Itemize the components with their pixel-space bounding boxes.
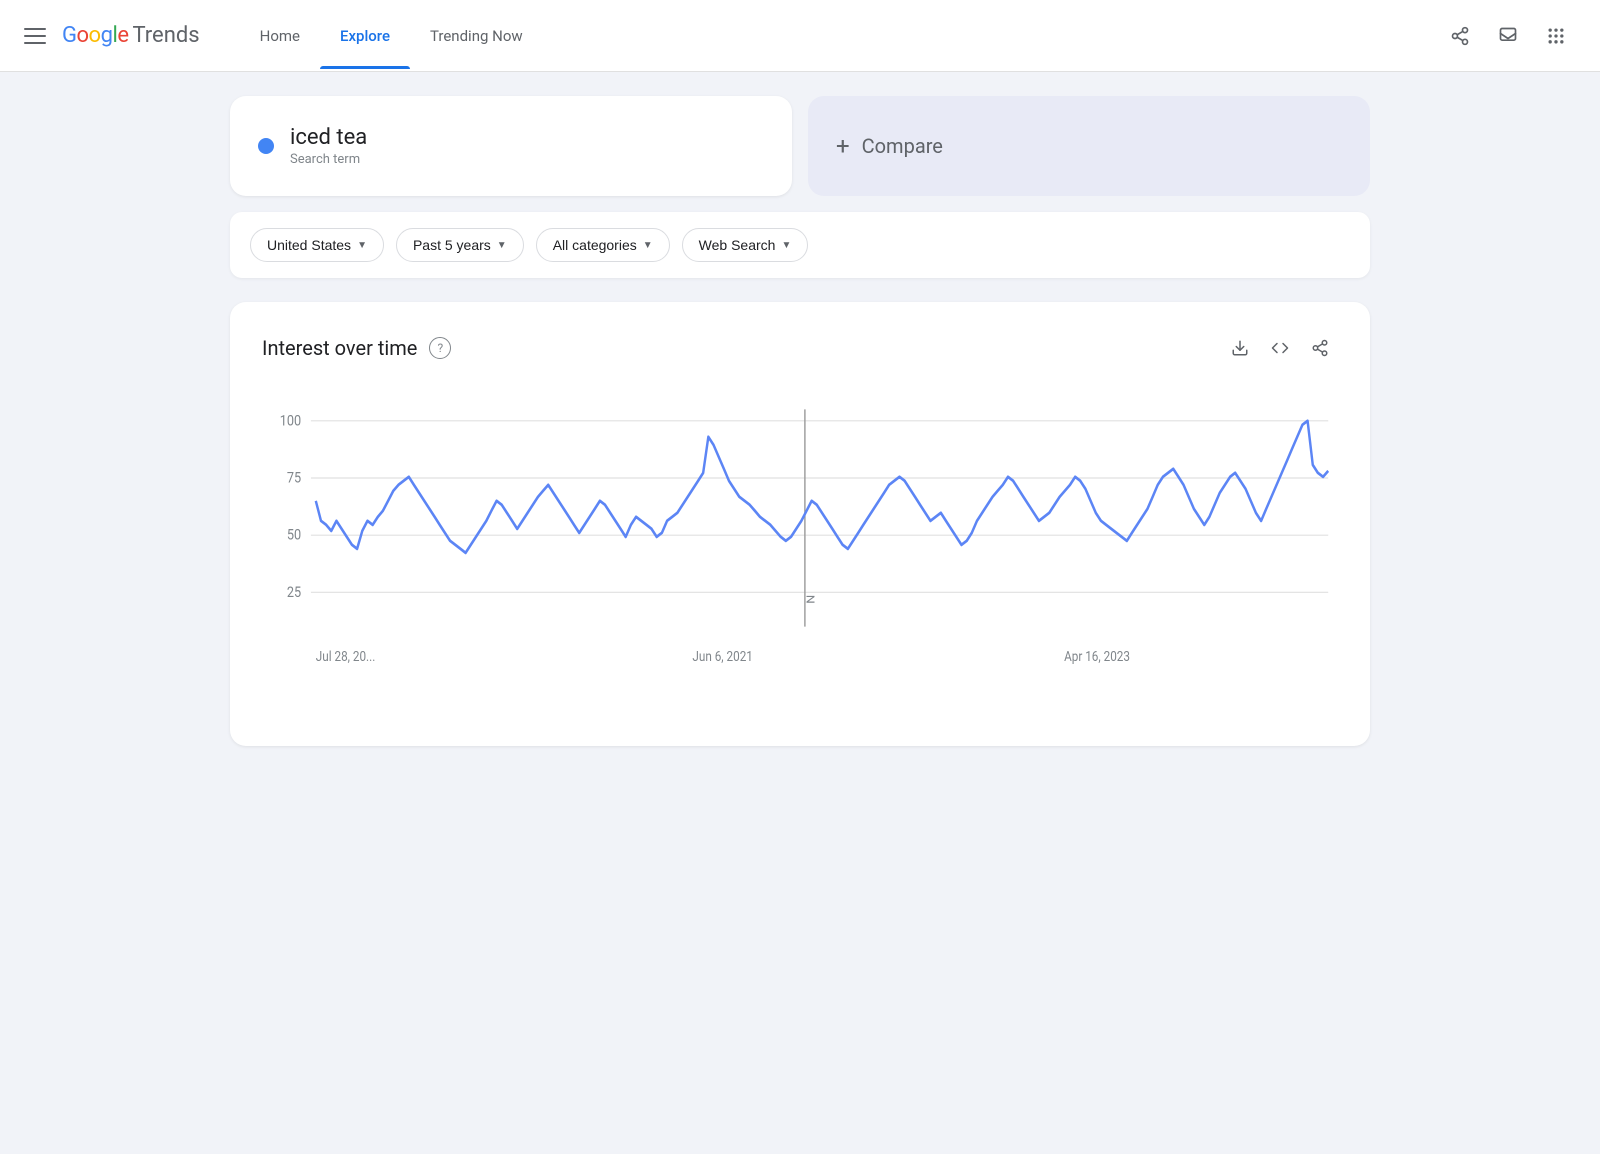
- main-nav: Home Explore Trending Now: [240, 3, 1440, 69]
- nav-trending-now[interactable]: Trending Now: [410, 3, 543, 69]
- chevron-down-icon: ▼: [497, 240, 507, 251]
- filter-category[interactable]: All categories ▼: [536, 228, 670, 262]
- header-actions: [1440, 16, 1576, 56]
- compare-box[interactable]: + Compare: [808, 96, 1370, 196]
- nav-explore[interactable]: Explore: [320, 3, 410, 69]
- logo[interactable]: Google Trends: [62, 23, 200, 48]
- share-chart-button[interactable]: [1302, 330, 1338, 366]
- nav-home[interactable]: Home: [240, 3, 320, 69]
- filters-row: United States ▼ Past 5 years ▼ All categ…: [230, 212, 1370, 278]
- apps-button[interactable]: [1536, 16, 1576, 56]
- svg-text:75: 75: [287, 470, 301, 487]
- svg-text:100: 100: [280, 413, 301, 430]
- header: Google Trends Home Explore Trending Now: [0, 0, 1600, 72]
- chevron-down-icon: ▼: [643, 240, 653, 251]
- card-actions: [1222, 330, 1338, 366]
- card-title-row: Interest over time ?: [262, 336, 451, 360]
- chart-svg: 100 75 50 25 N Jul 28, 20... Jun 6, 2021…: [262, 398, 1338, 718]
- compare-label: Compare: [862, 134, 943, 158]
- interest-over-time-card: Interest over time ?: [230, 302, 1370, 746]
- filter-category-label: All categories: [553, 237, 637, 253]
- filter-country[interactable]: United States ▼: [250, 228, 384, 262]
- card-header: Interest over time ?: [262, 330, 1338, 366]
- embed-button[interactable]: [1262, 330, 1298, 366]
- search-box: iced tea Search term: [230, 96, 792, 196]
- svg-text:Jul 28, 20...: Jul 28, 20...: [316, 649, 376, 665]
- filter-time[interactable]: Past 5 years ▼: [396, 228, 524, 262]
- filter-search-type[interactable]: Web Search ▼: [682, 228, 809, 262]
- svg-text:25: 25: [287, 584, 301, 601]
- feedback-button[interactable]: [1488, 16, 1528, 56]
- search-dot: [258, 138, 274, 154]
- svg-text:N: N: [805, 595, 818, 604]
- google-wordmark: Google: [62, 23, 128, 48]
- download-button[interactable]: [1222, 330, 1258, 366]
- hamburger-menu[interactable]: [24, 28, 46, 44]
- help-icon[interactable]: ?: [429, 337, 451, 359]
- chevron-down-icon: ▼: [357, 240, 367, 251]
- search-term-type: Search term: [290, 152, 367, 167]
- svg-text:Apr 16, 2023: Apr 16, 2023: [1064, 649, 1130, 665]
- svg-text:Jun 6, 2021: Jun 6, 2021: [692, 649, 752, 665]
- chevron-down-icon: ▼: [781, 240, 791, 251]
- search-term: iced tea: [290, 125, 367, 150]
- filter-country-label: United States: [267, 237, 351, 253]
- chart-container: 100 75 50 25 N Jul 28, 20... Jun 6, 2021…: [262, 398, 1338, 718]
- compare-plus-icon: +: [836, 132, 850, 160]
- share-button[interactable]: [1440, 16, 1480, 56]
- filter-time-label: Past 5 years: [413, 237, 491, 253]
- main-content: iced tea Search term + Compare United St…: [150, 72, 1450, 770]
- trends-wordmark: Trends: [132, 23, 199, 48]
- svg-text:50: 50: [287, 527, 301, 544]
- search-row: iced tea Search term + Compare: [230, 96, 1370, 196]
- card-title: Interest over time: [262, 336, 417, 360]
- search-text: iced tea Search term: [290, 125, 367, 167]
- filter-search-type-label: Web Search: [699, 237, 776, 253]
